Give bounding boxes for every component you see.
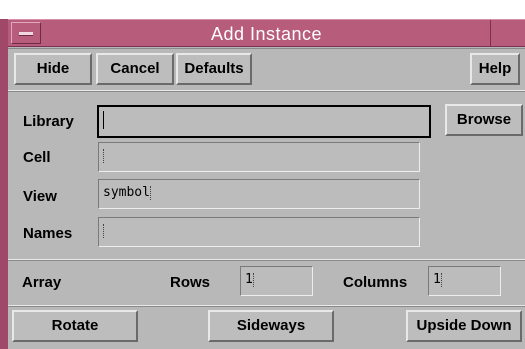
view-label: View <box>23 188 57 205</box>
window-top-margin <box>0 0 525 19</box>
defaults-button[interactable]: Defaults <box>176 53 252 85</box>
rows-value: 1 <box>245 272 253 287</box>
transform-row: Rotate Sideways Upside Down <box>8 306 525 349</box>
names-label: Names <box>23 225 73 242</box>
array-row: Array Rows 1 Columns 1 <box>8 260 525 306</box>
window-title: Add Instance <box>210 24 323 44</box>
upside-down-button[interactable]: Upside Down <box>406 310 522 342</box>
window-left-frame <box>0 19 8 349</box>
view-value: symbol <box>103 185 150 200</box>
cell-label: Cell <box>23 149 51 166</box>
sideways-button[interactable]: Sideways <box>208 310 334 342</box>
title-bar-right-edge <box>490 20 525 46</box>
rows-input[interactable]: 1 <box>240 266 313 296</box>
library-input[interactable] <box>97 105 431 138</box>
library-label: Library <box>23 113 74 130</box>
title-bar[interactable]: Add Instance <box>8 19 525 47</box>
add-instance-dialog: Add Instance Hide Cancel Defaults Help L… <box>0 0 525 349</box>
view-input[interactable]: symbol <box>98 179 420 209</box>
columns-label: Columns <box>343 274 408 291</box>
columns-input[interactable]: 1 <box>428 266 501 296</box>
columns-value: 1 <box>433 272 441 287</box>
help-button[interactable]: Help <box>470 53 520 85</box>
instance-form: Library Browse Cell View symbol Names <box>8 91 525 260</box>
window-menu-icon[interactable] <box>11 22 41 44</box>
cell-input[interactable] <box>98 142 420 172</box>
hide-button[interactable]: Hide <box>14 53 92 85</box>
toolbar: Hide Cancel Defaults Help <box>8 48 525 91</box>
names-input[interactable] <box>98 217 420 247</box>
cancel-button[interactable]: Cancel <box>96 53 174 85</box>
rows-label: Rows <box>170 274 211 291</box>
array-label: Array <box>22 274 62 291</box>
browse-button[interactable]: Browse <box>445 104 523 136</box>
rotate-button[interactable]: Rotate <box>12 310 138 342</box>
